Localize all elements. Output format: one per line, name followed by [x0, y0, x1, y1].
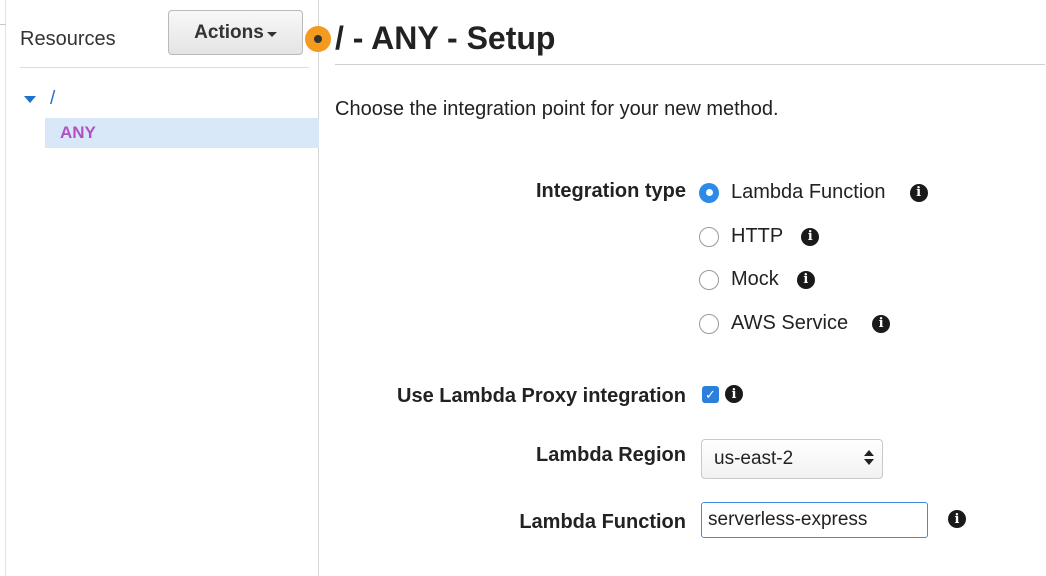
radio-label: Mock [731, 268, 779, 290]
radio-label: HTTP [731, 225, 784, 247]
lambda-region-select[interactable]: us-east-2 [701, 439, 883, 479]
info-icon[interactable]: i [796, 270, 815, 289]
integration-option-lambda-function[interactable]: Lambda Function i [699, 181, 928, 204]
info-icon[interactable]: i [801, 227, 820, 246]
lambda-proxy-checkbox[interactable]: ✓ [702, 385, 719, 403]
tree-root-label[interactable]: / [50, 88, 55, 110]
radio-label: Lambda Function [731, 181, 886, 203]
caret-down-icon[interactable] [24, 95, 36, 103]
page-title: / - ANY - Setup [335, 20, 556, 56]
integration-option-http[interactable]: HTTP i [699, 225, 820, 248]
info-icon[interactable]: i [909, 183, 928, 202]
tree-root[interactable]: / [24, 88, 55, 110]
caret-down-icon [266, 31, 277, 37]
tree-item-label: ANY [60, 123, 96, 142]
up-down-arrows-icon [864, 450, 874, 465]
radio-mock[interactable] [699, 269, 719, 290]
integration-option-mock[interactable]: Mock i [699, 268, 815, 291]
lambda-region-label: Lambda Region [535, 444, 686, 466]
radio-lambda-function[interactable] [699, 182, 719, 203]
info-icon[interactable]: i [725, 385, 743, 403]
info-icon[interactable]: i [872, 314, 891, 333]
lambda-function-label: Lambda Function [519, 511, 686, 533]
integration-type-label: Integration type [535, 180, 686, 202]
lambda-proxy-label: Use Lambda Proxy integration [397, 385, 686, 407]
integration-option-aws-service[interactable]: AWS Service i [699, 312, 891, 335]
radio-aws-service[interactable] [699, 313, 719, 334]
resources-sidebar: Resources Actions / ANY [6, 0, 319, 576]
info-icon[interactable]: i [948, 510, 966, 528]
lambda-region-value: us-east-2 [714, 448, 794, 469]
tree-item-any-method[interactable]: ANY [45, 118, 319, 148]
intro-text: Choose the integration point for your ne… [335, 98, 779, 120]
lambda-proxy-row: ✓ i [702, 385, 743, 403]
lambda-function-input[interactable] [701, 502, 928, 538]
method-setup-panel: / - ANY - Setup Choose the integration p… [320, 0, 1046, 576]
resources-title: Resources [20, 28, 116, 50]
title-divider [335, 64, 1045, 65]
actions-button-label: Actions [194, 21, 264, 43]
sidebar-header: Resources Actions [20, 10, 309, 68]
radio-label: AWS Service [731, 312, 849, 334]
radio-http[interactable] [699, 226, 719, 247]
actions-button[interactable]: Actions [168, 10, 303, 55]
